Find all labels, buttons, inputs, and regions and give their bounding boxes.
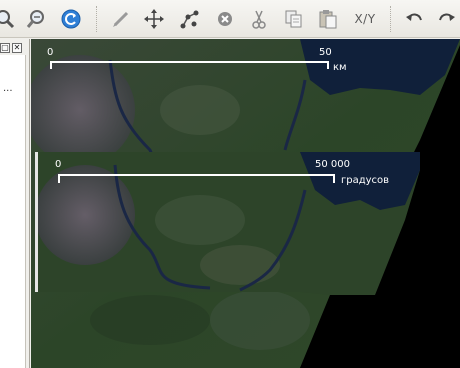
redo-icon[interactable]	[434, 6, 460, 32]
paste-icon[interactable]	[315, 6, 341, 32]
layers-list[interactable]: ...	[0, 55, 26, 368]
map-toolbar: X/Y	[0, 0, 460, 38]
scalebar-km-unit: км	[333, 62, 347, 73]
xy-coordinates-button[interactable]: X/Y	[350, 6, 380, 32]
overlay-border	[35, 152, 38, 292]
zoom-out-icon[interactable]	[23, 6, 49, 32]
move-icon[interactable]	[141, 6, 167, 32]
pencil-icon[interactable]	[108, 6, 134, 32]
satellite-imagery	[31, 39, 460, 368]
scalebar-degrees: 0 50 000 градусов	[55, 159, 389, 186]
truncated-layer-text: ...	[3, 83, 13, 94]
zoom-in-icon[interactable]	[0, 6, 18, 32]
undo-icon[interactable]	[401, 6, 427, 32]
cut-icon[interactable]	[246, 6, 272, 32]
delete-icon[interactable]	[212, 6, 238, 32]
scalebar-deg-start: 0	[55, 159, 61, 170]
scalebar-km-start: 0	[47, 47, 53, 58]
scalebar-km-end: 50	[319, 47, 332, 58]
xy-label: X/Y	[354, 12, 376, 26]
scalebar-km: 0 50 км	[47, 47, 347, 73]
copy-icon[interactable]	[281, 6, 307, 32]
layers-panel: ▢ ✕ ...	[0, 39, 30, 368]
toolbar-separator	[390, 6, 392, 32]
scalebar-deg-unit: градусов	[341, 175, 389, 186]
panel-close-button[interactable]: ✕	[12, 43, 22, 53]
refresh-icon[interactable]	[58, 6, 84, 32]
panel-float-button[interactable]: ▢	[0, 43, 10, 53]
map-canvas[interactable]: 0 50 км 0 50 000 градусов	[31, 39, 460, 368]
toolbar-separator	[96, 6, 98, 32]
scalebar-deg-end: 50 000	[315, 159, 350, 170]
node-edit-icon[interactable]	[177, 6, 203, 32]
